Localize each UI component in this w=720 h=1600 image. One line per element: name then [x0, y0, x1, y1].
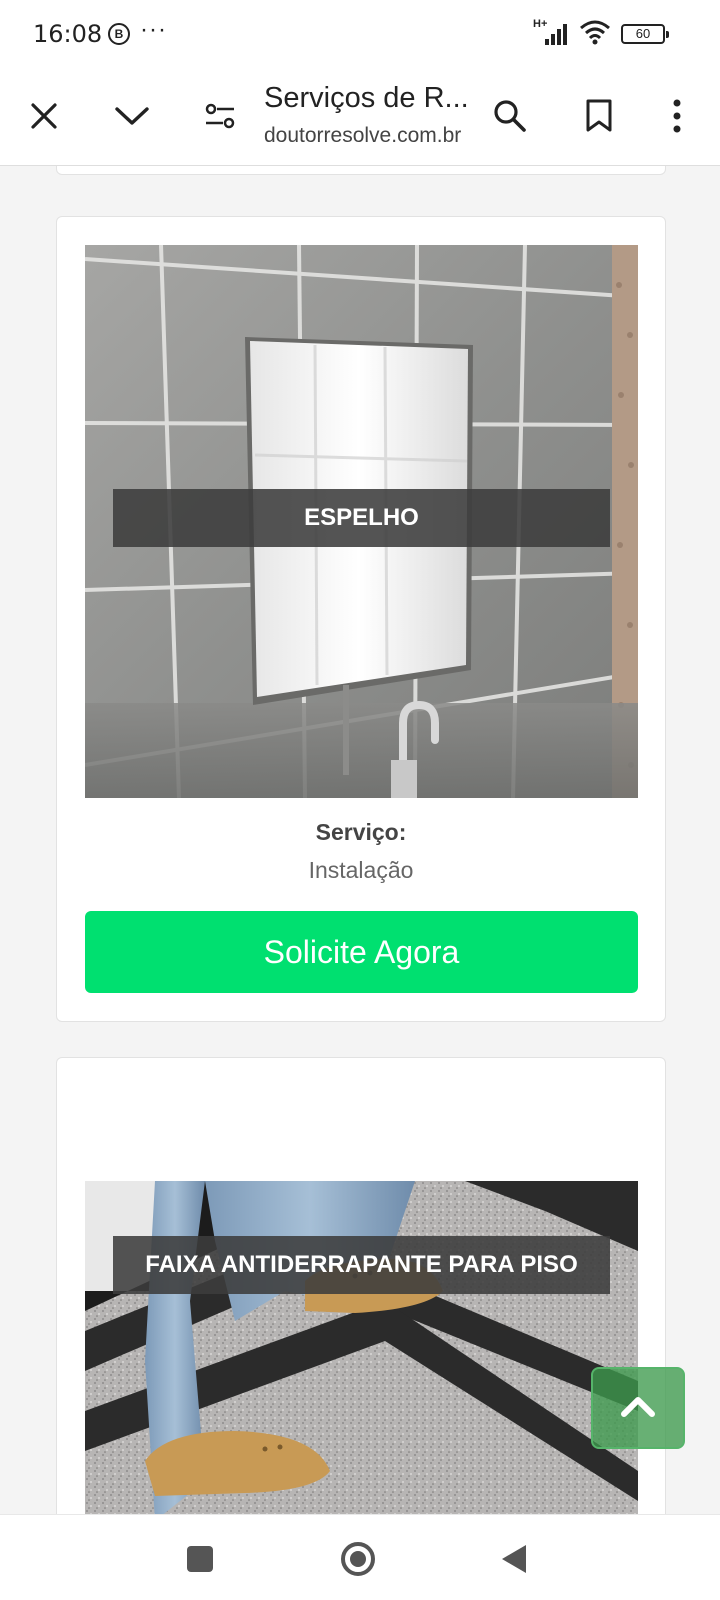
image-label: ESPELHO	[113, 489, 610, 547]
close-icon[interactable]	[20, 92, 68, 140]
page-url[interactable]: doutorresolve.com.br	[264, 124, 461, 148]
scroll-to-top-button[interactable]	[591, 1367, 685, 1449]
cell-signal-icon: H+	[533, 18, 569, 47]
search-icon[interactable]	[486, 92, 534, 140]
page-content[interactable]: ESPELHO Serviço: Instalação Solicite Ago…	[0, 166, 720, 1514]
service-card: FAIXA ANTIDERRAPANTE PARA PISO	[56, 1057, 666, 1514]
service-label: Serviço:	[315, 819, 407, 845]
status-indicators: H+ 60	[533, 18, 669, 50]
stairs-image	[85, 1181, 638, 1514]
chevron-up-icon	[620, 1394, 656, 1423]
page-settings-icon[interactable]	[196, 92, 244, 140]
more-notifications-icon: ···	[140, 16, 167, 43]
b-notification-icon: B	[108, 23, 130, 45]
status-bar: 16:08 B ··· H+ 60	[0, 0, 720, 66]
previous-card	[56, 166, 666, 175]
page-title[interactable]: Serviços de R...	[264, 82, 469, 115]
bookmark-icon[interactable]	[575, 92, 623, 140]
battery-icon: 60	[621, 24, 669, 44]
request-now-button[interactable]: Solicite Agora	[85, 911, 638, 993]
home-icon[interactable]	[334, 1535, 382, 1583]
system-nav-bar	[0, 1514, 720, 1600]
service-card: ESPELHO Serviço: Instalação Solicite Ago…	[56, 216, 666, 1022]
chevron-down-icon[interactable]	[108, 92, 156, 140]
more-vert-icon[interactable]	[653, 92, 701, 140]
back-icon[interactable]	[490, 1535, 538, 1583]
browser-toolbar: Serviços de R... doutorresolve.com.br	[0, 66, 720, 166]
image-label: FAIXA ANTIDERRAPANTE PARA PISO	[113, 1236, 610, 1294]
status-time: 16:08	[33, 20, 103, 48]
service-value: Instalação	[308, 857, 414, 883]
wifi-icon	[579, 19, 611, 50]
recents-icon[interactable]	[176, 1535, 224, 1583]
